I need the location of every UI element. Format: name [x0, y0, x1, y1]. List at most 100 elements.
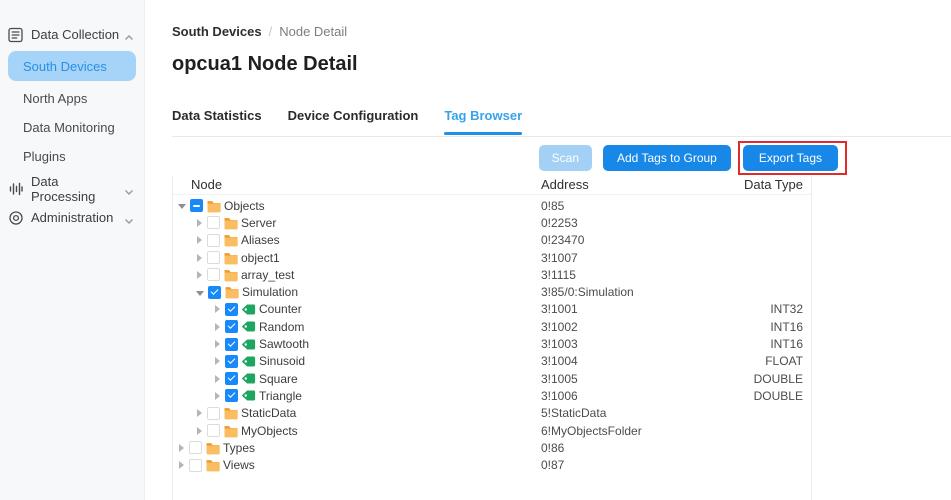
checkbox-unchecked[interactable]	[207, 251, 220, 264]
sidebar-item-data-monitoring[interactable]: Data Monitoring	[8, 113, 136, 142]
checkbox-checked[interactable]	[225, 338, 238, 351]
tree-row[interactable]: Types0!86	[173, 439, 811, 456]
address-cell: 0!85	[541, 199, 564, 213]
sidebar-item-south-devices[interactable]: South Devices	[8, 51, 136, 81]
data-type-cell: INT16	[770, 337, 803, 351]
column-header-data-type: Data Type	[744, 177, 803, 192]
checkbox-checked[interactable]	[225, 372, 238, 385]
folder-icon	[205, 458, 221, 472]
sidebar-item-label: Plugins	[23, 149, 66, 164]
sidebar-group-administration[interactable]: Administration	[0, 203, 144, 232]
tree-row[interactable]: Counter3!1001INT32	[173, 301, 811, 318]
tree-row[interactable]: Triangle3!1006DOUBLE	[173, 387, 811, 404]
caret-right-icon[interactable]	[179, 461, 184, 469]
tree-row[interactable]: Simulation3!85/0:Simulation	[173, 283, 811, 300]
folder-icon	[205, 441, 221, 455]
caret-right-icon[interactable]	[215, 392, 220, 400]
sidebar-item-label: South Devices	[23, 59, 107, 74]
sidebar-item-north-apps[interactable]: North Apps	[8, 84, 136, 113]
caret-right-icon[interactable]	[197, 236, 202, 244]
tab-bar: Data Statistics Device Configuration Tag…	[172, 108, 548, 136]
page-title: opcua1 Node Detail	[172, 53, 358, 76]
checkbox-unchecked[interactable]	[207, 268, 220, 281]
caret-right-icon[interactable]	[215, 323, 220, 331]
node-label[interactable]: object1	[241, 251, 280, 265]
caret-right-icon[interactable]	[215, 357, 220, 365]
node-label[interactable]: Views	[223, 458, 255, 472]
sidebar-item-label: Data Monitoring	[23, 120, 115, 135]
sidebar-item-plugins[interactable]: Plugins	[8, 142, 136, 171]
node-label[interactable]: Counter	[259, 302, 302, 316]
tree-row[interactable]: Aliases 0!23470	[173, 232, 811, 249]
tab-device-configuration[interactable]: Device Configuration	[288, 108, 419, 136]
caret-right-icon[interactable]	[197, 271, 202, 279]
node-label[interactable]: Sinusoid	[259, 354, 305, 368]
tabs-divider	[172, 136, 951, 137]
caret-right-icon[interactable]	[197, 409, 202, 417]
tree-row[interactable]: Sawtooth3!1003INT16	[173, 335, 811, 352]
scan-button[interactable]: Scan	[539, 145, 592, 171]
sidebar-group-data-collection[interactable]: Data Collection	[0, 20, 144, 49]
checkbox-unchecked[interactable]	[189, 459, 202, 472]
caret-down-icon[interactable]	[196, 291, 204, 296]
caret-right-icon[interactable]	[197, 254, 202, 262]
node-label[interactable]: Simulation	[242, 285, 298, 299]
table-header-row: Node Address Data Type	[173, 176, 811, 195]
tree-row[interactable]: array_test3!1115	[173, 266, 811, 283]
node-label[interactable]: Random	[259, 320, 304, 334]
node-label[interactable]: Aliases	[241, 233, 280, 247]
caret-right-icon[interactable]	[215, 375, 220, 383]
tree-row[interactable]: Square3!1005DOUBLE	[173, 370, 811, 387]
checkbox-checked[interactable]	[225, 389, 238, 402]
tree-row[interactable]: Views0!87	[173, 456, 811, 473]
tag-icon	[241, 337, 257, 351]
node-label[interactable]: Sawtooth	[259, 337, 309, 351]
tree-row[interactable]: Objects 0!85	[173, 197, 811, 214]
caret-right-icon[interactable]	[197, 219, 202, 227]
node-label[interactable]: StaticData	[241, 406, 296, 420]
sidebar-group-data-processing[interactable]: Data Processing	[0, 174, 144, 203]
caret-right-icon[interactable]	[215, 340, 220, 348]
address-cell: 6!MyObjectsFolder	[541, 424, 642, 438]
caret-right-icon[interactable]	[197, 427, 202, 435]
caret-right-icon[interactable]	[215, 305, 220, 313]
app-window: Data Collection South Devices North Apps…	[0, 0, 951, 500]
checkbox-unchecked[interactable]	[207, 407, 220, 420]
checkbox-unchecked[interactable]	[207, 424, 220, 437]
sidebar-group-label: Data Processing	[31, 174, 124, 204]
node-label[interactable]: MyObjects	[241, 424, 298, 438]
node-label[interactable]: Square	[259, 372, 298, 386]
node-label[interactable]: Triangle	[259, 389, 302, 403]
sidebar-item-label: North Apps	[23, 91, 87, 106]
add-tags-to-group-button[interactable]: Add Tags to Group	[603, 145, 731, 171]
node-label[interactable]: Types	[223, 441, 255, 455]
checkbox-unchecked[interactable]	[189, 441, 202, 454]
node-label[interactable]: Objects	[224, 199, 265, 213]
checkbox-indeterminate[interactable]	[190, 199, 203, 212]
checkbox-checked[interactable]	[225, 320, 238, 333]
checkbox-unchecked[interactable]	[207, 216, 220, 229]
caret-right-icon[interactable]	[179, 444, 184, 452]
breadcrumb-south-devices[interactable]: South Devices	[172, 24, 262, 39]
tree-row[interactable]: Sinusoid3!1004FLOAT	[173, 353, 811, 370]
tab-data-statistics[interactable]: Data Statistics	[172, 108, 262, 136]
data-type-cell: INT16	[770, 320, 803, 334]
tree-row[interactable]: StaticData5!StaticData	[173, 405, 811, 422]
tree-row[interactable]: MyObjects 6!MyObjectsFolder	[173, 422, 811, 439]
node-label[interactable]: Server	[241, 216, 276, 230]
address-cell: 3!1001	[541, 302, 578, 316]
tree-row[interactable]: object13!1007	[173, 249, 811, 266]
checkbox-checked[interactable]	[225, 355, 238, 368]
export-tags-button[interactable]: Export Tags	[743, 145, 838, 171]
tree-row[interactable]: Server0!2253	[173, 214, 811, 231]
checkbox-checked[interactable]	[208, 286, 221, 299]
tree-row[interactable]: Random3!1002INT16	[173, 318, 811, 335]
breadcrumb: South Devices/Node Detail	[172, 24, 347, 39]
checkbox-unchecked[interactable]	[207, 234, 220, 247]
annotation-box: Export Tags	[738, 141, 847, 175]
address-cell: 0!23470	[541, 233, 584, 247]
caret-down-icon[interactable]	[178, 204, 186, 209]
checkbox-checked[interactable]	[225, 303, 238, 316]
node-label[interactable]: array_test	[241, 268, 294, 282]
tab-tag-browser[interactable]: Tag Browser	[444, 108, 522, 136]
